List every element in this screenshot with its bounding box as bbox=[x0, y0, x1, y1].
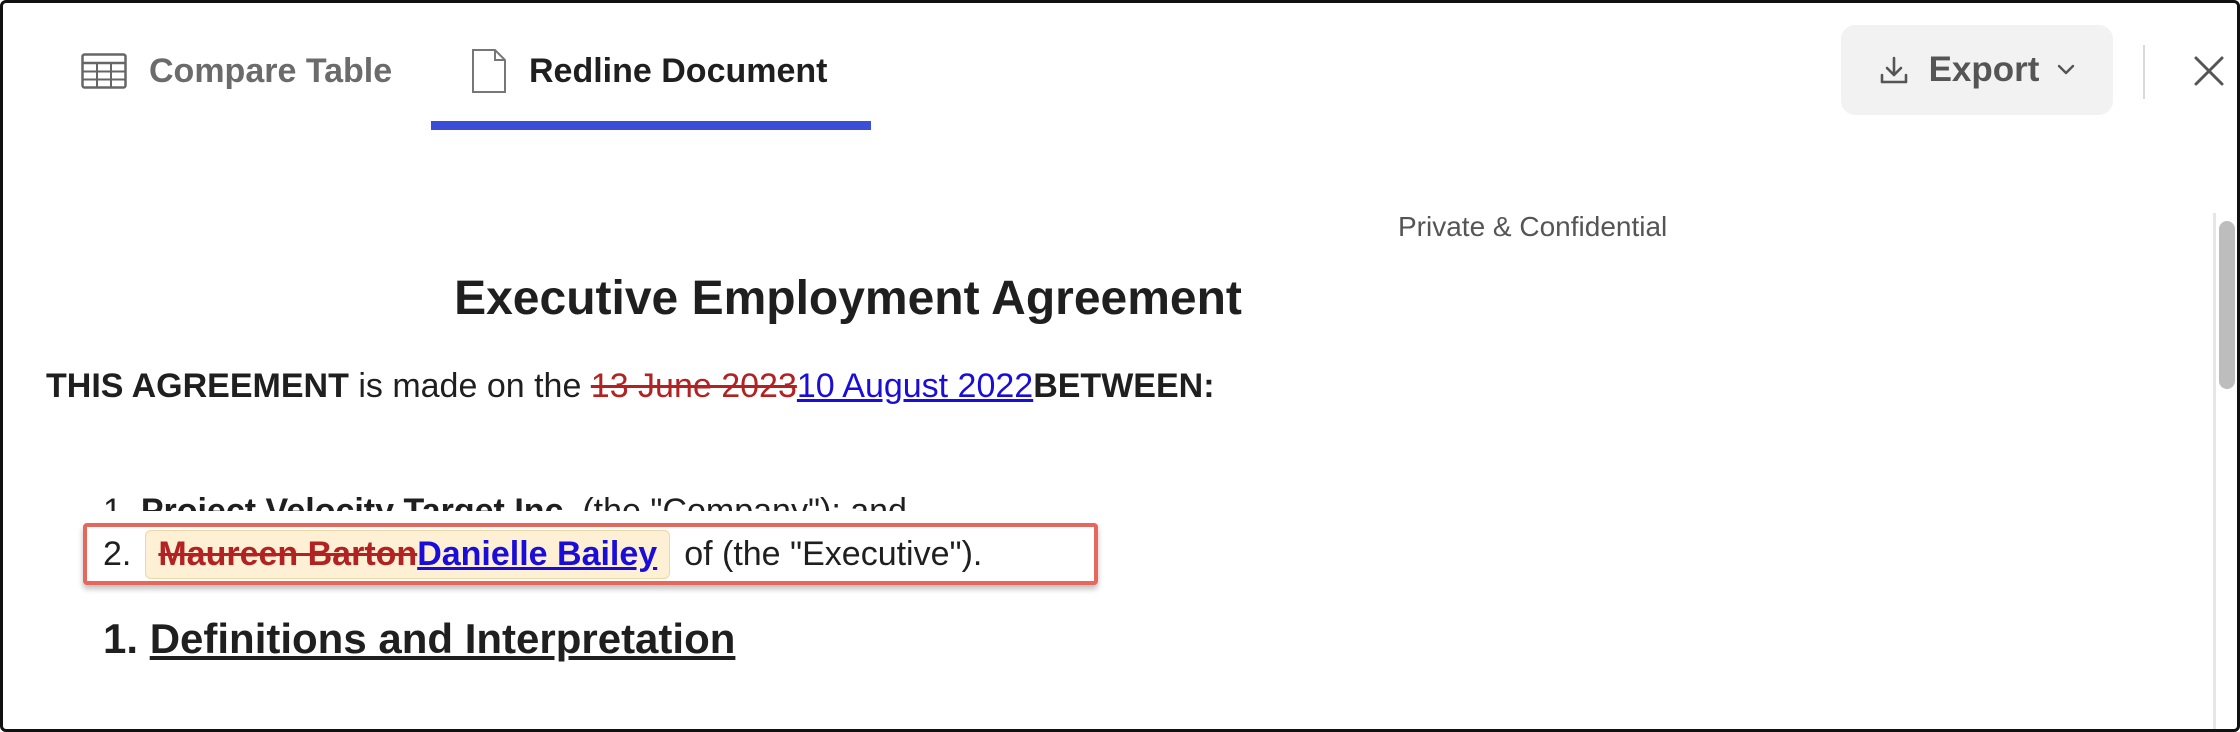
document-title: Executive Employment Agreement bbox=[454, 272, 1242, 325]
section-number: 1. bbox=[103, 615, 139, 662]
party-name: Project Velocity Target Inc. bbox=[140, 492, 573, 511]
party-item-company: 1. Project Velocity Target Inc. (the "Co… bbox=[103, 481, 907, 511]
inserted-name: Danielle Bailey bbox=[417, 534, 658, 573]
intro-mid: is made on the bbox=[348, 367, 591, 405]
close-button[interactable] bbox=[2191, 53, 2227, 89]
close-icon bbox=[2191, 56, 2227, 93]
toolbar-divider bbox=[2143, 45, 2145, 99]
table-icon bbox=[81, 53, 127, 89]
deleted-date[interactable]: 13 June 2023 bbox=[591, 367, 797, 405]
tab-compare-table[interactable]: Compare Table bbox=[81, 43, 392, 99]
party-role: (the "Company"); and bbox=[572, 492, 907, 511]
export-label: Export bbox=[1928, 50, 2040, 89]
deleted-name: Maureen Barton bbox=[158, 534, 418, 573]
active-tab-indicator bbox=[431, 121, 871, 130]
party-number: 1. bbox=[103, 492, 132, 511]
intro-lead: THIS AGREEMENT bbox=[46, 367, 349, 405]
tab-redline-label: Redline Document bbox=[529, 51, 828, 90]
scrollbar-track bbox=[2213, 213, 2216, 729]
tab-bar: Compare Table Redline Document Export bbox=[3, 3, 2237, 133]
party-item-executive[interactable]: 2. Maureen BartonDanielle Bailey of (the… bbox=[103, 529, 982, 579]
party-number: 2. bbox=[103, 534, 132, 573]
redline-document: Private & Confidential Executive Employm… bbox=[3, 133, 2198, 729]
changed-name-chip[interactable]: Maureen BartonDanielle Bailey bbox=[145, 529, 671, 579]
inserted-date[interactable]: 10 August 2022 bbox=[797, 367, 1033, 405]
section-title: Definitions and Interpretation bbox=[149, 615, 736, 662]
document-icon bbox=[471, 48, 507, 94]
redline-window: Compare Table Redline Document Export Pr… bbox=[0, 0, 2240, 732]
tab-compare-label: Compare Table bbox=[149, 51, 393, 90]
section-heading: 1. Definitions and Interpretation bbox=[103, 615, 735, 663]
scrollbar-thumb[interactable] bbox=[2219, 221, 2235, 389]
tab-redline-document[interactable]: Redline Document bbox=[471, 43, 827, 99]
confidentiality-marker: Private & Confidential bbox=[1398, 211, 1668, 242]
download-icon bbox=[1879, 55, 1909, 85]
chevron-down-icon bbox=[2057, 64, 2075, 76]
party-role: of (the "Executive"). bbox=[684, 534, 983, 573]
intro-tail: BETWEEN: bbox=[1033, 367, 1215, 405]
agreement-intro: THIS AGREEMENT is made on the 13 June 20… bbox=[46, 367, 1215, 406]
export-button[interactable]: Export bbox=[1841, 25, 2113, 115]
